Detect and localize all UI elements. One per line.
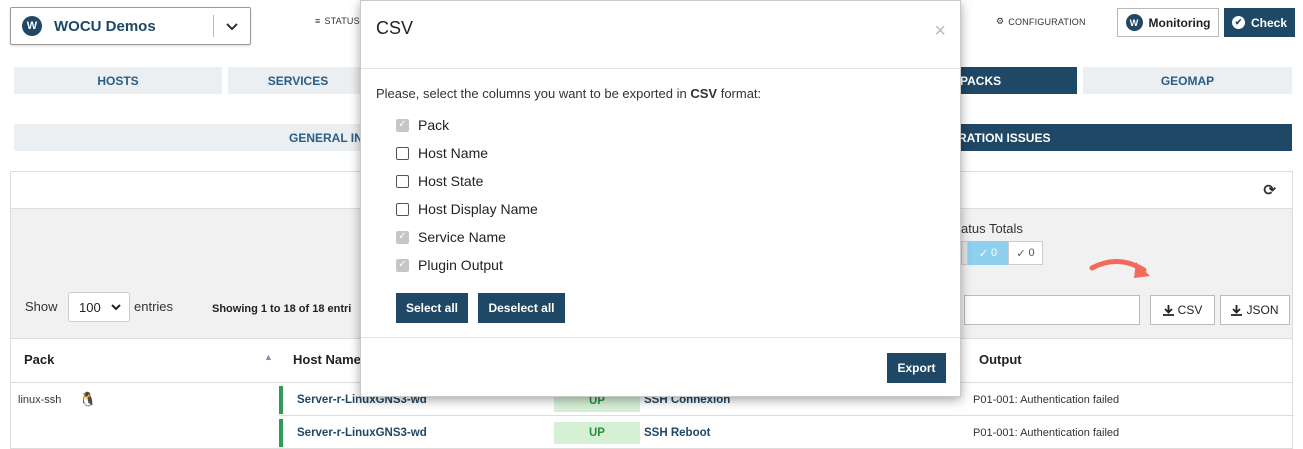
option-label: Pack [418,117,450,133]
download-icon [1231,304,1243,316]
total-checked-count: 0 [991,247,998,259]
select-all-button[interactable]: Select all [396,293,468,323]
checkbox[interactable]: ✓ [396,118,409,132]
divider [361,68,960,69]
refresh-icon[interactable]: ⟳ [1263,181,1276,199]
tab-general-info[interactable]: GENERAL IN [14,124,374,151]
site-name: WOCU Demos [54,17,156,35]
instruction-text: Please, select the columns you want to b… [376,86,691,101]
showing-info: Showing 1 to 18 of 18 entri [212,303,352,315]
divider [361,337,960,338]
column-header-pack[interactable]: Pack [24,352,54,367]
option-pack[interactable]: ✓ Pack [396,117,449,133]
divider [279,415,1294,416]
csv-label: CSV [1177,303,1203,317]
tab-services[interactable]: SERVICES [228,67,368,94]
option-label: Host State [418,173,484,189]
deselect-all-button[interactable]: Deselect all [478,293,565,323]
wocu-logo-icon: W [1125,14,1143,31]
output-cell: P01-001: Authentication failed [973,427,1120,439]
linux-icon: 🐧 [79,391,97,407]
nav-status[interactable]: ≡ STATUS [315,16,360,26]
chevron-down-icon[interactable] [214,19,250,34]
nav-status-label: STATUS [324,16,360,26]
chevron-down-icon [110,303,121,310]
status-badge: UP [554,422,640,444]
tab-hosts[interactable]: HOSTS [14,67,222,94]
output-cell: P01-001: Authentication failed [973,394,1120,406]
modal-title: CSV [376,18,414,38]
json-export-button[interactable]: JSON [1220,295,1290,325]
nav-configuration[interactable]: ⚙ CONFIGURATION [996,16,1086,27]
arrow-icon [1089,259,1150,278]
sort-asc-icon[interactable]: ▲ [264,352,273,362]
monitoring-button[interactable]: W Monitoring [1117,8,1219,37]
search-input[interactable] [964,295,1140,325]
page-size-value: 100 [79,299,101,315]
modal-instruction: Please, select the columns you want to b… [376,86,761,101]
check-label: Check [1250,15,1288,30]
column-header-output[interactable]: Output [979,352,1022,367]
checkbox[interactable]: ✓ [396,230,409,244]
tab-geomap[interactable]: GEOMAP [1083,67,1292,94]
wocu-logo-icon: W [22,16,42,36]
total-other-count: 0 [1028,247,1035,259]
download-icon [1162,304,1174,316]
show-label: Show [25,299,58,314]
nav-configuration-label: CONFIGURATION [1008,16,1086,27]
checkbox[interactable] [396,202,409,216]
monitoring-label: Monitoring [1148,15,1211,30]
status-total-segment [961,241,968,265]
option-label: Service Name [418,229,506,245]
page-size-select[interactable]: 100 [68,292,130,322]
check-icon: ✓ [978,247,989,260]
service-link[interactable]: SSH Reboot [644,427,710,439]
instruction-format: CSV [690,86,718,101]
check-circle-icon: ✔ [1231,16,1245,29]
option-label: Plugin Output [418,257,503,273]
pack-cell: linux-ssh [18,394,62,406]
option-host-state[interactable]: Host State [396,173,483,189]
gear-icon: ⚙ [996,16,1005,26]
status-total-checked[interactable]: ✓ 0 [968,241,1008,265]
host-link[interactable]: Server-r-LinuxGNS3-wd [279,419,427,447]
instruction-text-end: format: [717,86,762,101]
checkbox[interactable]: ✓ [396,258,409,272]
option-plugin-output[interactable]: ✓ Plugin Output [396,257,503,273]
status-totals-label: atus Totals [961,221,1023,236]
menu-icon: ≡ [315,16,321,26]
export-button[interactable]: Export [887,353,946,383]
check-button[interactable]: ✔ Check [1224,8,1295,37]
option-service-name[interactable]: ✓ Service Name [396,229,506,245]
option-host-display-name[interactable]: Host Display Name [396,201,538,217]
csv-export-modal: CSV × Please, select the columns you wan… [360,0,961,397]
close-icon[interactable]: × [934,21,946,41]
json-label: JSON [1246,303,1279,317]
site-selector[interactable]: W WOCU Demos [10,7,251,45]
column-header-host-name[interactable]: Host Name [293,352,361,367]
csv-export-button[interactable]: CSV [1150,295,1215,325]
entries-label: entries [134,299,174,314]
check-icon: ✓ [1016,247,1026,260]
option-label: Host Name [418,145,489,161]
option-host-name[interactable]: Host Name [396,145,488,161]
checkbox[interactable] [396,146,409,160]
option-label: Host Display Name [418,201,538,217]
checkbox[interactable] [396,174,409,188]
status-total-other[interactable]: ✓ 0 [1008,241,1043,265]
